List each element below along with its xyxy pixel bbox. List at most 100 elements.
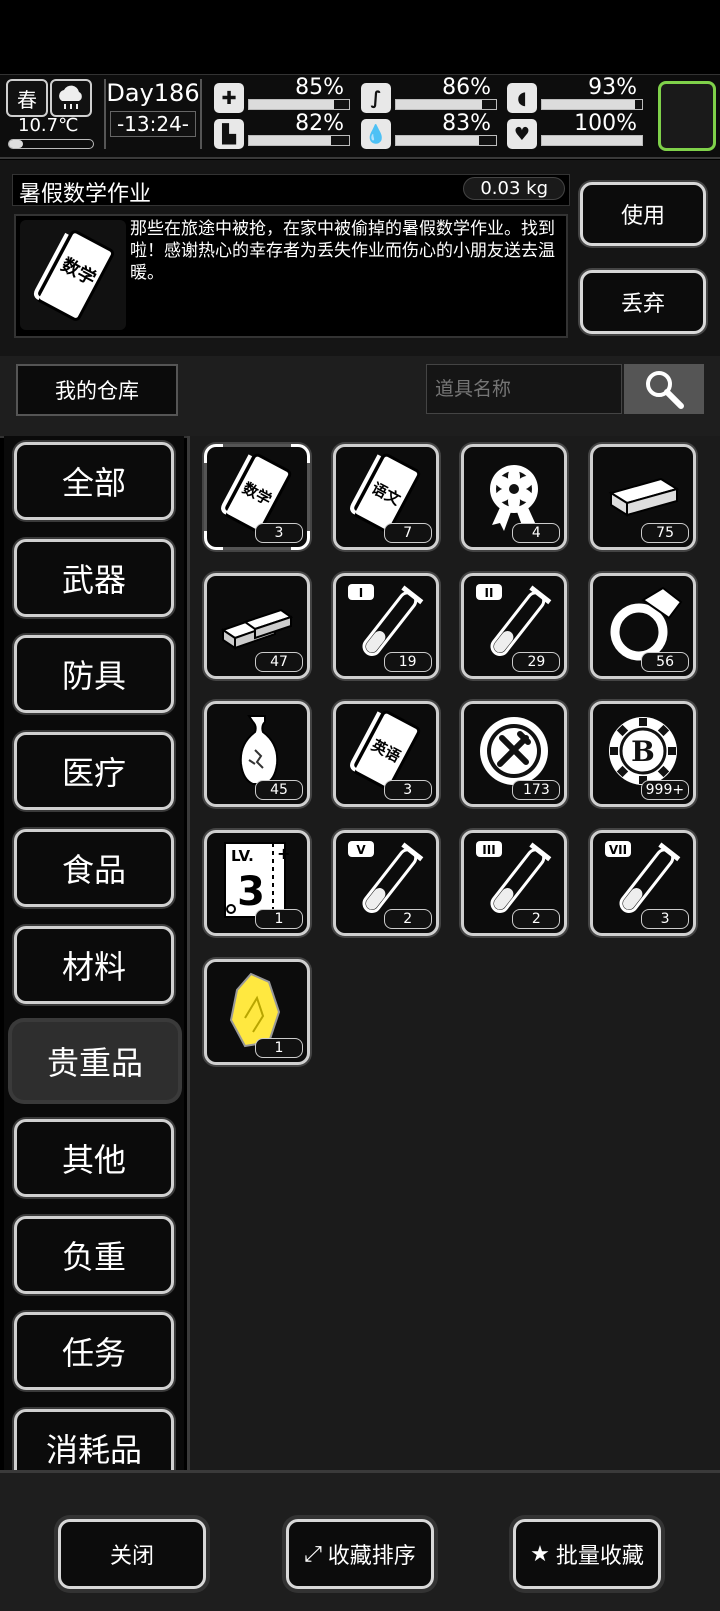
- item-count-badge: 3: [641, 909, 690, 930]
- medkit-icon: ✚: [214, 83, 244, 113]
- svg-text:+: +: [277, 844, 290, 863]
- mood-value: 93%: [588, 75, 637, 100]
- season-label: 春: [17, 87, 37, 112]
- item-description: 那些在旅途中被抢，在家中被偷掉的暑假数学作业。找到啦！感谢热心的幸存者为丢失作业…: [130, 219, 555, 283]
- inventory-slot[interactable]: 173: [461, 701, 568, 808]
- thirst-value: 83%: [442, 111, 491, 136]
- inventory-slot[interactable]: 4: [461, 444, 568, 550]
- inventory-slot[interactable]: 56: [590, 572, 697, 679]
- use-button-label: 使用: [620, 204, 665, 229]
- inventory-slot[interactable]: 47: [204, 572, 310, 679]
- category-label: 消耗品: [45, 1431, 142, 1469]
- batch-favorite-button[interactable]: ★ 批量收藏: [513, 1519, 661, 1589]
- category-label: 贵重品: [46, 1044, 143, 1083]
- category-tab[interactable]: 材料: [14, 925, 174, 1004]
- inventory-slot[interactable]: B 999+: [590, 701, 697, 808]
- item-detail-panel: 暑假数学作业 0.03 kg 数学 那些在旅途中被抢，在家中被偷掉的暑假数学作业…: [0, 160, 720, 358]
- item-preview-image: 数学: [20, 220, 126, 330]
- inventory-slot[interactable]: V 2: [332, 830, 439, 937]
- search-input[interactable]: [426, 364, 622, 414]
- category-tab[interactable]: 负重: [14, 1215, 174, 1294]
- category-label: 负重: [61, 1237, 126, 1276]
- category-tab[interactable]: 防具: [14, 635, 174, 714]
- discard-button[interactable]: 丢弃: [580, 270, 706, 334]
- boot-icon: ▙: [214, 119, 244, 149]
- stamina-bar: [248, 135, 350, 146]
- batch-favorite-label: 批量收藏: [555, 1544, 644, 1569]
- discard-button-label: 丢弃: [620, 292, 665, 317]
- category-label: 其他: [61, 1140, 126, 1179]
- category-label: 任务: [61, 1334, 126, 1373]
- equipment-slot-button[interactable]: [658, 81, 716, 151]
- search-icon: [646, 371, 684, 409]
- category-tab[interactable]: 医疗: [14, 732, 174, 811]
- heart-bar: [541, 135, 643, 146]
- category-tab[interactable]: 武器: [14, 538, 174, 617]
- thirst-bar: [395, 135, 497, 146]
- inventory-slot[interactable]: III 2: [461, 830, 568, 937]
- category-label: 武器: [61, 560, 126, 599]
- inventory-slot[interactable]: VII 3: [590, 830, 697, 937]
- inventory-slot[interactable]: 45: [204, 701, 310, 808]
- health-value: 85%: [295, 75, 344, 100]
- inventory-slot[interactable]: LV. 3 + 1: [204, 830, 310, 937]
- inventory-slot[interactable]: 1: [204, 958, 310, 1065]
- category-tab[interactable]: 食品: [14, 828, 174, 907]
- storage-title-label: 我的仓库: [55, 379, 139, 403]
- category-label: 食品: [61, 850, 126, 889]
- category-tab[interactable]: 其他: [14, 1118, 174, 1197]
- item-count-badge: 3: [383, 780, 432, 801]
- item-description-box: 数学 那些在旅途中被抢，在家中被偷掉的暑假数学作业。找到啦！感谢热心的幸存者为丢…: [14, 214, 568, 338]
- temperature-label: 10.7℃: [18, 115, 79, 136]
- item-count-badge: 1: [255, 1037, 303, 1058]
- category-tab[interactable]: 贵重品: [12, 1022, 178, 1101]
- category-tab[interactable]: 全部: [14, 442, 174, 520]
- close-button-label: 关闭: [109, 1544, 154, 1569]
- item-count-badge: 75: [641, 523, 690, 543]
- item-count-badge: 2: [512, 909, 561, 930]
- inventory-slot[interactable]: 75: [590, 444, 697, 550]
- selection-corner: [291, 531, 310, 550]
- svg-text:B: B: [631, 735, 655, 768]
- sort-favorites-label: 收藏排序: [327, 1544, 416, 1569]
- item-count-badge: 19: [383, 651, 432, 672]
- weather-icon: [50, 79, 92, 117]
- use-button[interactable]: 使用: [580, 182, 706, 246]
- category-label: 材料: [61, 947, 126, 986]
- tube-grade-label: II: [485, 586, 494, 600]
- selection-corner: [291, 444, 310, 463]
- sort-favorites-button[interactable]: ⤢ 收藏排序: [286, 1519, 434, 1589]
- inventory-slot[interactable]: II 29: [461, 572, 568, 679]
- inventory-slot[interactable]: 语文 7: [332, 444, 439, 550]
- stomach-icon: ∫: [361, 83, 391, 113]
- swap-arrows-icon: ⤢: [304, 1541, 322, 1567]
- item-count-badge: 47: [255, 651, 303, 672]
- item-count-badge: 7: [383, 523, 432, 543]
- inventory-slot[interactable]: I 19: [332, 572, 439, 679]
- season-badge: 春: [6, 79, 48, 117]
- search-button[interactable]: [624, 364, 704, 414]
- item-count-badge: 999+: [640, 780, 690, 801]
- time-label: -13:24-: [110, 111, 196, 137]
- day-clock: Day186 -13:24-: [104, 79, 202, 149]
- item-count-badge: 2: [383, 909, 432, 930]
- heart-value: 100%: [574, 111, 637, 136]
- category-sidebar: 全部武器防具医疗食品材料贵重品其他负重任务消耗品: [4, 436, 184, 1470]
- item-count-badge: 4: [512, 523, 561, 543]
- category-tab[interactable]: 任务: [14, 1312, 174, 1391]
- inventory-slot[interactable]: 英语 3: [332, 701, 439, 808]
- bottom-bar: 关闭 ⤢ 收藏排序 ★ 批量收藏: [0, 1470, 720, 1611]
- stamina-value: 82%: [295, 111, 344, 136]
- star-icon: ★: [530, 1541, 550, 1567]
- category-label: 防具: [61, 657, 126, 696]
- inventory-slot[interactable]: 数学 3: [204, 444, 310, 550]
- storage-header: 我的仓库: [0, 356, 720, 438]
- close-button[interactable]: 关闭: [58, 1519, 206, 1589]
- selection-corner: [204, 444, 223, 463]
- category-tab[interactable]: 消耗品: [14, 1409, 174, 1470]
- health-bar: [248, 99, 350, 110]
- item-count-badge: 173: [512, 780, 561, 801]
- item-count-badge: 45: [255, 780, 303, 801]
- tube-grade-label: VII: [609, 843, 627, 857]
- tube-grade-label: V: [356, 843, 366, 857]
